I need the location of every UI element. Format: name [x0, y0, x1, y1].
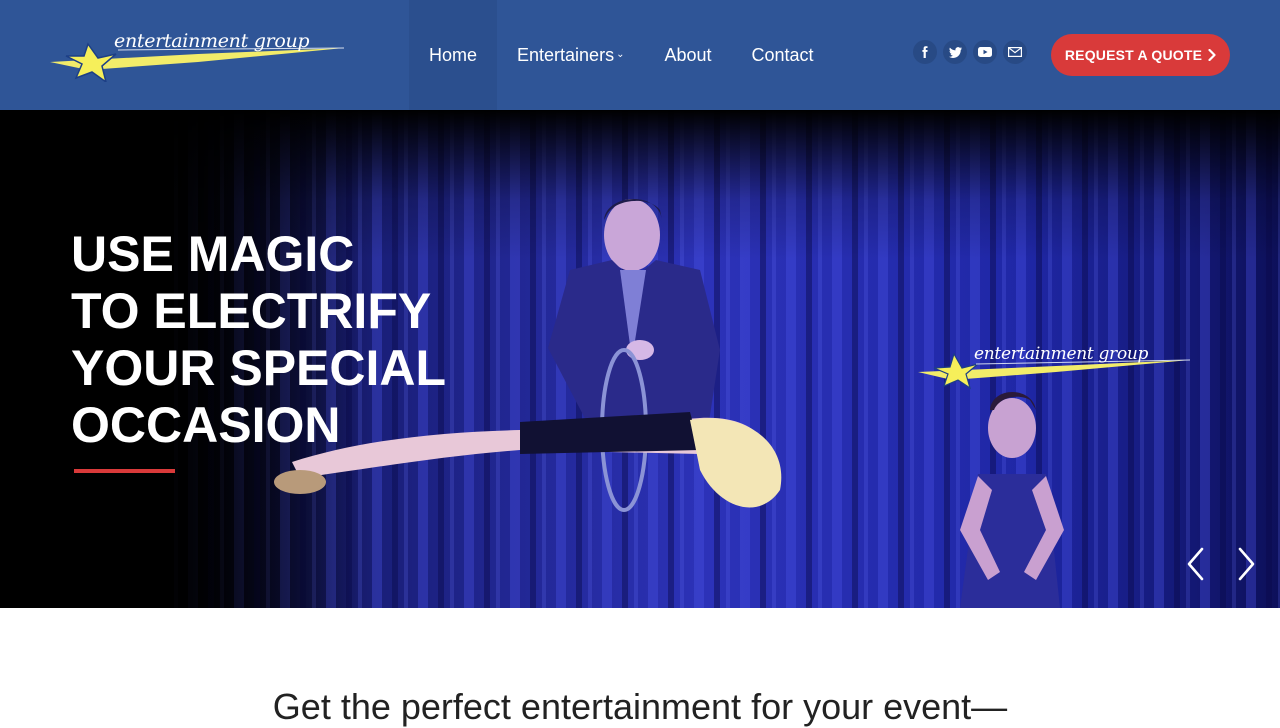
social-links [913, 40, 1027, 64]
nav-about[interactable]: About [644, 0, 731, 110]
chevron-right-icon [1238, 547, 1255, 581]
nav-about-label: About [664, 44, 712, 65]
nav-home-label: Home [429, 44, 478, 65]
chevron-down-icon: ⌄ [616, 48, 625, 60]
slider-prev-button[interactable] [1184, 546, 1208, 582]
hero-watermark-logo: entertainment group [916, 342, 1192, 390]
request-quote-button[interactable]: REQUEST A QUOTE [1051, 34, 1230, 76]
hero-headline: USE MAGIC TO ELECTRIFY YOUR SPECIAL OCCA… [71, 226, 446, 454]
request-quote-label: REQUEST A QUOTE [1064, 47, 1203, 63]
twitter-icon[interactable] [943, 40, 967, 64]
slider-next-button[interactable] [1234, 546, 1258, 582]
nav-contact-label: Contact [751, 44, 814, 65]
site-header: entertainment group Home Entertainers ⌄ … [0, 0, 1280, 110]
hero-logo-text: entertainment group [974, 344, 1149, 364]
mail-icon[interactable] [1003, 40, 1027, 64]
nav-entertainers-label: Entertainers [517, 44, 615, 65]
logo-text: entertainment group [114, 30, 310, 52]
nav-home[interactable]: Home [409, 0, 498, 110]
main-nav: Home Entertainers ⌄ About Contact [409, 0, 834, 110]
hero-headline-line-2: TO ELECTRIFY [71, 283, 432, 339]
site-logo[interactable]: entertainment group [48, 26, 348, 82]
youtube-icon[interactable] [973, 40, 997, 64]
facebook-icon[interactable] [913, 40, 937, 64]
hero-headline-line-1: USE MAGIC [71, 226, 355, 282]
intro-heading: Get the perfect entertainment for your e… [272, 686, 1008, 727]
hero-accent-divider [74, 469, 175, 473]
hero-slider: USE MAGIC TO ELECTRIFY YOUR SPECIAL OCCA… [0, 110, 1280, 608]
hero-headline-line-4: OCCASION [71, 397, 341, 453]
nav-contact[interactable]: Contact [732, 0, 834, 110]
hero-headline-line-3: YOUR SPECIAL [71, 340, 447, 396]
chevron-right-icon [1208, 49, 1216, 61]
chevron-left-icon [1187, 547, 1204, 581]
nav-entertainers[interactable]: Entertainers ⌄ [497, 0, 644, 110]
